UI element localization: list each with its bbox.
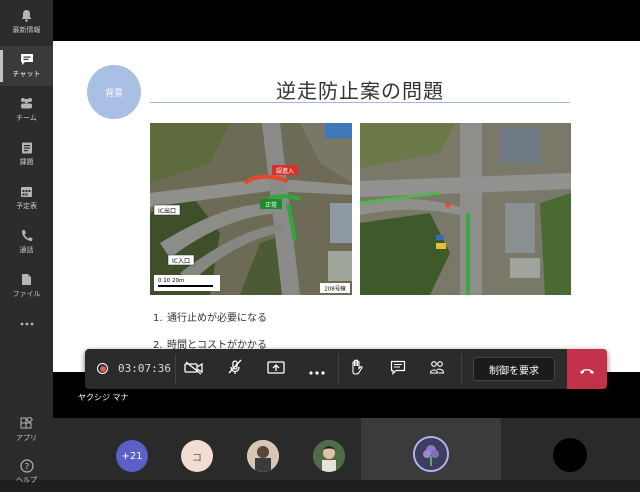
ic-entrance-label: IC入口 [172,258,190,265]
rail-item-calls[interactable]: 通話 [0,222,53,262]
rail-item-label: 課題 [19,158,34,166]
hand-icon [350,359,364,379]
hang-up-button[interactable] [567,349,607,389]
raise-hand-button[interactable] [344,357,370,381]
rail-item-calendar[interactable]: 予定表 [0,178,53,218]
participant-avatar-initial[interactable]: コ [181,440,213,472]
rail-item-label: ファイル [12,290,41,298]
participant-avatar-photo[interactable] [247,440,279,472]
assignments-icon [19,141,34,154]
participants-button[interactable] [424,357,450,381]
chat-icon [19,53,34,66]
wrong-way-label: 誤進入 [276,167,294,175]
rail-item-activity[interactable]: 最新情報 [0,2,53,42]
aerial-photo-intersection [360,123,571,295]
active-speaker-avatar[interactable] [413,436,449,472]
calendar-icon [19,185,34,198]
meeting-timer: 03:07:36 [118,362,171,375]
rail-item-label: アプリ [16,434,37,442]
app-rail: 最新情報 チャット チーム 課題 予定表 通話 ファイル アプリ ? ヘルプ [0,0,53,484]
svg-text:?: ? [24,462,29,472]
aerial-photo-interchange: 誤進入 正常 IC出口 IC入口 0 10 20m 208号線 [150,123,352,295]
meeting-toolbar: 03:07:36 制御を要求 [85,349,607,389]
ic-exit-label: IC出口 [158,207,176,215]
mic-toggle-button[interactable] [222,357,248,381]
rail-item-label: 最新情報 [12,26,41,34]
chat-panel-button[interactable] [385,357,411,381]
file-icon [19,273,34,286]
share-screen-button[interactable] [263,357,289,381]
rail-item-label: チャット [12,70,41,78]
list-text: 通行止めが必要になる [167,313,267,324]
avatar-photo-icon [247,440,279,472]
avatar-photo-icon [313,440,345,472]
camera-toggle-button[interactable] [181,357,207,381]
rail-item-label: 通話 [19,246,34,254]
rail-item-help[interactable]: ? ヘルプ [0,452,53,492]
list-number: 1. [153,313,163,324]
slide-badge: 背景 [87,65,141,119]
bell-icon [19,9,34,22]
correct-route-label: 正常 [265,201,277,209]
scale-bar-label: 0 10 20m [158,278,184,284]
rail-item-label: ヘルプ [16,476,37,484]
phone-icon [19,229,34,242]
participant-avatar-photo[interactable] [313,440,345,472]
rail-item-assignments[interactable]: 課題 [0,134,53,174]
participant-avatar-blank[interactable] [553,438,587,472]
request-control-button[interactable]: 制御を要求 [473,357,555,381]
slide-list-item: 1. 通行止めが必要になる [153,309,267,324]
rail-item-files[interactable]: ファイル [0,266,53,306]
slide-title: 逆走防止案の問題 [276,79,444,103]
rail-item-apps[interactable]: アプリ [0,410,53,450]
title-divider [150,102,570,103]
help-icon: ? [19,458,34,473]
toolbar-divider [175,354,176,384]
mic-off-icon [227,359,243,379]
rail-item-more[interactable] [0,304,53,344]
hang-up-phone-icon [579,360,595,379]
route-number-label: 208号線 [324,285,346,293]
participants-icon [429,360,445,379]
recording-indicator-icon [97,363,108,374]
rail-item-label: 予定表 [16,202,37,210]
toolbar-divider [461,354,462,384]
toolbar-divider [338,354,339,384]
rail-item-label: チーム [16,114,37,122]
share-tray-icon [267,360,285,379]
rail-item-teams[interactable]: チーム [0,90,53,130]
rail-item-chat[interactable]: チャット [0,46,53,86]
overflow-participants-badge[interactable]: +21 [116,440,148,472]
teams-icon [19,97,34,110]
chat-icon [390,360,406,379]
apps-icon [19,417,34,430]
flower-avatar-icon [415,438,447,470]
more-icon [19,318,34,331]
camera-off-icon [184,360,204,379]
more-icon [309,360,325,379]
shared-slide: 背景 逆走防止案の問題 誤進入 正常 IC出口 IC入口 0 10 20m 20… [53,41,640,372]
more-actions-button[interactable] [304,357,330,381]
presenter-name-label: ヤクシジ マナ [78,393,129,402]
